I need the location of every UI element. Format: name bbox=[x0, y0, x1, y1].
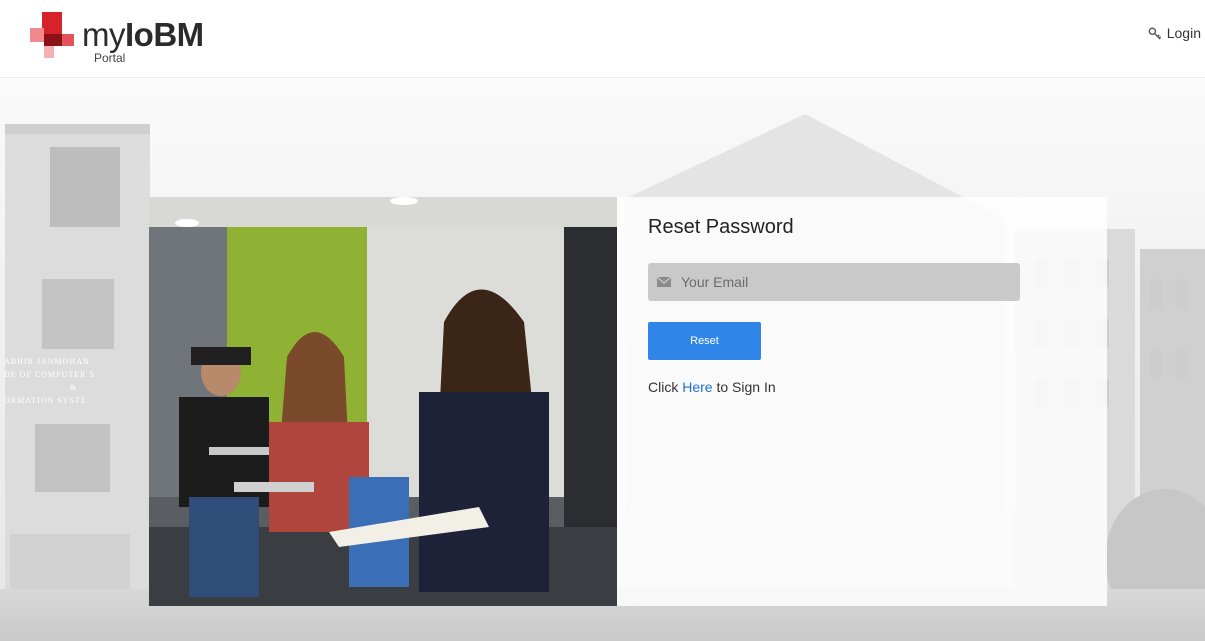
reset-password-title: Reset Password bbox=[648, 216, 794, 238]
key-icon bbox=[1148, 27, 1161, 40]
sign-line-3: & bbox=[70, 383, 77, 392]
classroom-image bbox=[149, 197, 617, 606]
login-link[interactable]: Login bbox=[1148, 25, 1201, 41]
signin-prefix: Click bbox=[648, 379, 679, 395]
top-header: myIoBM Portal Login bbox=[0, 0, 1205, 78]
logo-prefix: my bbox=[82, 16, 126, 53]
iobm-logo-mark bbox=[30, 12, 74, 58]
reset-button[interactable]: Reset bbox=[648, 322, 761, 360]
email-field[interactable] bbox=[648, 263, 1020, 301]
students-photo bbox=[149, 197, 617, 606]
signin-here-link[interactable]: Here bbox=[682, 379, 712, 395]
signin-prompt: Click Here to Sign In bbox=[648, 379, 776, 395]
sign-line-1: ABHIR JANMOHAN bbox=[4, 357, 90, 366]
background-building-left: ABHIR JANMOHAN DE OF COMPUTER S & ORMATI… bbox=[4, 124, 150, 641]
sign-line-4: ORMATION SYSTE bbox=[4, 396, 87, 405]
reset-password-panel: Reset Password Reset Click Here to Sign … bbox=[617, 197, 1107, 606]
signin-suffix: to Sign In bbox=[716, 379, 776, 395]
logo-brand: IoBM bbox=[125, 16, 204, 53]
envelope-icon bbox=[657, 276, 671, 287]
reset-card: Reset Password Reset Click Here to Sign … bbox=[149, 197, 1107, 606]
logo-wordmark: myIoBM bbox=[82, 18, 204, 52]
logo-subtitle: Portal bbox=[94, 51, 126, 65]
sign-line-2: DE OF COMPUTER S bbox=[4, 370, 95, 379]
myiobm-logo[interactable]: myIoBM Portal bbox=[30, 12, 230, 65]
email-input[interactable] bbox=[679, 273, 1003, 291]
login-label: Login bbox=[1166, 25, 1201, 41]
